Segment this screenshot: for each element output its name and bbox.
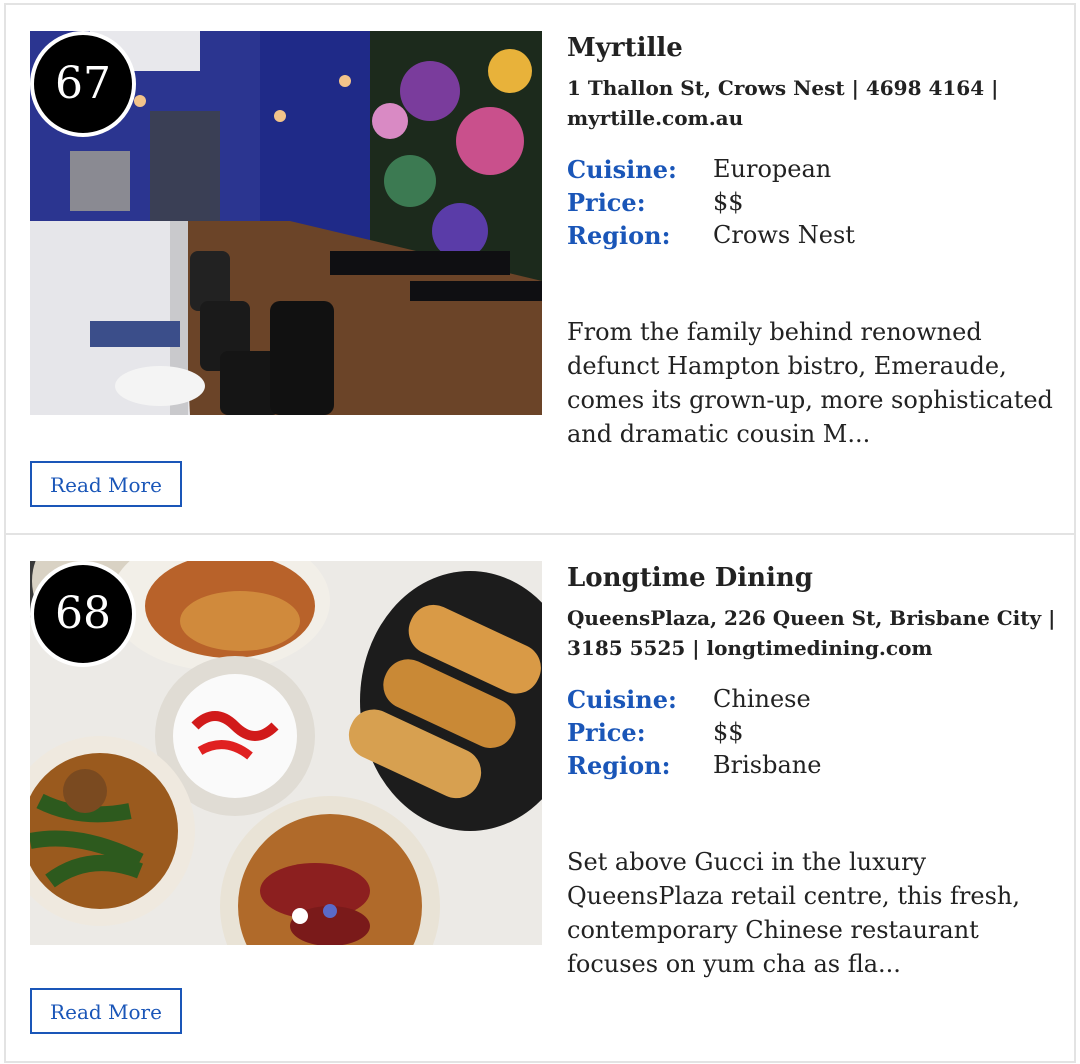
restaurant-address: QueensPlaza, 226 Queen St, Brisbane City… xyxy=(567,606,1056,660)
price-label: Price: xyxy=(567,718,646,747)
read-more-button[interactable]: Read More xyxy=(30,461,182,507)
restaurant-name[interactable]: Myrtille xyxy=(567,31,1057,65)
cuisine-row: Cuisine: Chinese xyxy=(567,683,1057,716)
cuisine-value: European xyxy=(713,155,832,183)
restaurant-info: Longtime Dining QueensPlaza, 226 Queen S… xyxy=(567,561,1057,978)
cuisine-label: Cuisine: xyxy=(567,155,677,184)
region-label: Region: xyxy=(567,751,671,780)
cuisine-value: Chinese xyxy=(713,685,811,713)
restaurant-list: 67 Myrtille 1 Thallon St, Crows Nest | 4… xyxy=(0,0,1080,1064)
region-value: Crows Nest xyxy=(713,221,855,249)
region-row: Region: Crows Nest xyxy=(567,219,1057,252)
restaurant-card: 67 Myrtille 1 Thallon St, Crows Nest | 4… xyxy=(4,3,1076,533)
restaurant-meta: Cuisine: European Price: $$ Region: Crow… xyxy=(567,153,1057,252)
region-label: Region: xyxy=(567,221,671,250)
restaurant-name[interactable]: Longtime Dining xyxy=(567,561,1057,595)
read-more-button[interactable]: Read More xyxy=(30,988,182,1034)
rank-badge: 68 xyxy=(30,561,136,667)
restaurant-meta: Cuisine: Chinese Price: $$ Region: Brisb… xyxy=(567,683,1057,782)
restaurant-description: Set above Gucci in the luxury QueensPlaz… xyxy=(567,848,1020,978)
restaurant-address: 1 Thallon St, Crows Nest | 4698 4164 | m… xyxy=(567,76,999,130)
restaurant-description: From the family behind renowned defunct … xyxy=(567,318,1053,448)
cuisine-label: Cuisine: xyxy=(567,685,677,714)
restaurant-info: Myrtille 1 Thallon St, Crows Nest | 4698… xyxy=(567,31,1057,448)
price-row: Price: $$ xyxy=(567,716,1057,749)
price-row: Price: $$ xyxy=(567,186,1057,219)
price-value: $$ xyxy=(713,718,744,746)
price-value: $$ xyxy=(713,188,744,216)
region-value: Brisbane xyxy=(713,751,822,779)
price-label: Price: xyxy=(567,188,646,217)
cuisine-row: Cuisine: European xyxy=(567,153,1057,186)
restaurant-card: 68 Longtime Dining QueensPlaza, 226 Quee… xyxy=(4,533,1076,1063)
rank-badge: 67 xyxy=(30,31,136,137)
region-row: Region: Brisbane xyxy=(567,749,1057,782)
